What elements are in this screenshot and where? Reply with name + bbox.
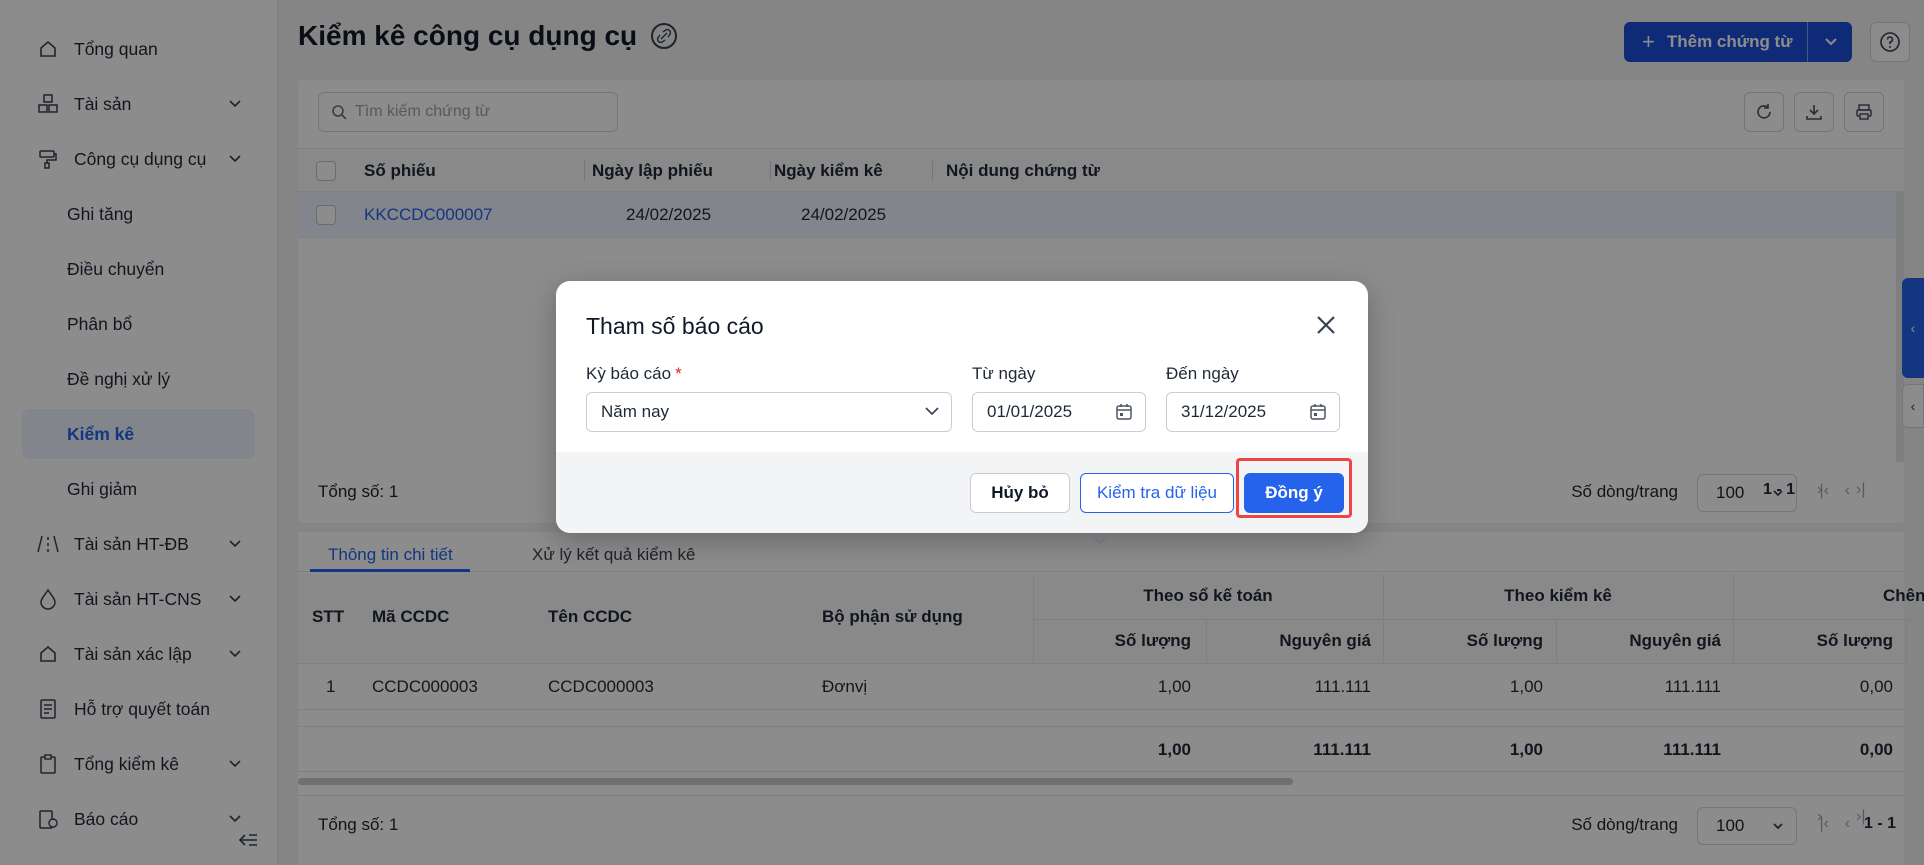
to-date-label: Đến ngày [1166, 364, 1239, 383]
dialog-title: Tham số báo cáo [586, 313, 764, 339]
chevron-down-icon [1092, 530, 1108, 550]
calendar-icon[interactable] [1309, 403, 1327, 421]
close-icon[interactable] [1312, 311, 1340, 339]
chevron-down-icon [925, 406, 939, 416]
calendar-icon[interactable] [1115, 403, 1133, 421]
from-date-field[interactable]: 01/01/2025 [972, 392, 1146, 432]
period-label: Kỳ báo cáo * [586, 364, 682, 384]
period-select[interactable]: Năm nay [586, 392, 952, 432]
period-value: Năm nay [601, 402, 670, 421]
confirm-button[interactable]: Đồng ý [1244, 473, 1344, 513]
to-date-field[interactable]: 31/12/2025 [1166, 392, 1340, 432]
period-label-text: Kỳ báo cáo [586, 364, 672, 383]
report-params-dialog: Tham số báo cáo Kỳ báo cáo * Năm nay Từ n… [556, 281, 1368, 533]
cancel-button[interactable]: Hủy bỏ [970, 473, 1070, 513]
dialog-footer: Hủy bỏ Kiểm tra dữ liệu Đồng ý [556, 452, 1368, 533]
required-mark: * [675, 364, 682, 383]
from-date-label: Từ ngày [972, 364, 1036, 383]
check-data-button[interactable]: Kiểm tra dữ liệu [1080, 473, 1234, 513]
from-date-value: 01/01/2025 [987, 402, 1073, 421]
to-date-value: 31/12/2025 [1181, 402, 1267, 421]
